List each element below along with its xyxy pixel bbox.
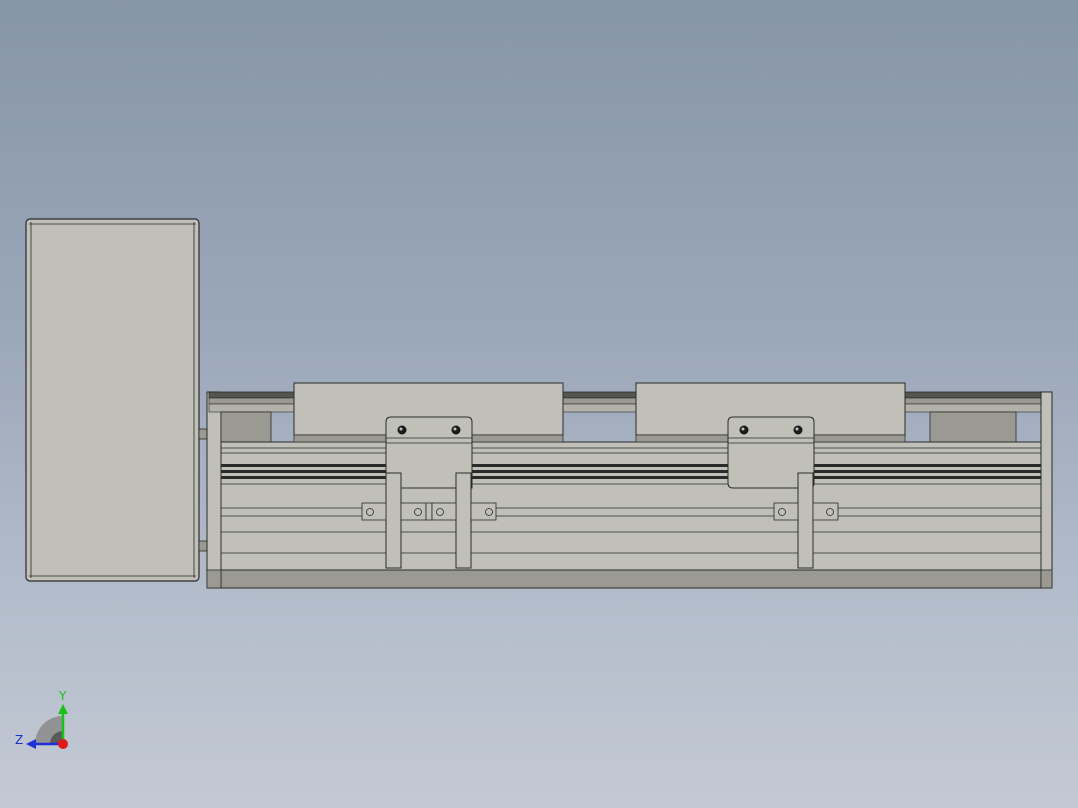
sensor-block-6 [773, 502, 799, 521]
sensor-block-4 [431, 502, 457, 521]
triad-z-label: Z [15, 733, 23, 747]
bracket-right-leg-1 [797, 472, 814, 569]
sensor-block-3 [425, 502, 433, 521]
bracket-left-leg-1 [385, 472, 402, 569]
profile-groove-1 [221, 464, 1041, 467]
end-cap-right-shade [1040, 569, 1053, 589]
profile-body [220, 441, 1042, 571]
end-block-right [929, 411, 1017, 443]
end-block-left [220, 411, 272, 443]
triad-x-axis-dot [58, 739, 68, 749]
motor-body [25, 218, 200, 582]
triad-z-arrow-icon [26, 739, 36, 749]
orientation-triad[interactable]: Y Z [15, 689, 68, 749]
triad-y-arrow-icon [58, 704, 68, 714]
triad-y-label: Y [58, 689, 67, 703]
sensor-block-2 [400, 502, 427, 521]
motor-coupling[interactable] [198, 391, 222, 589]
end-cap-right [1040, 391, 1053, 589]
base-plate [220, 569, 1042, 589]
bracket-left-leg-2 [455, 472, 472, 569]
sensor-block-7 [812, 502, 839, 521]
end-cap-left-shade [206, 569, 222, 589]
bracket-right-hole-1-hl [741, 427, 745, 431]
cad-viewport[interactable]: Y Z [0, 0, 1078, 808]
profile-groove-3 [221, 476, 1041, 479]
profile-groove-2 [221, 470, 1041, 473]
bracket-left-hole-1-hl [399, 427, 403, 431]
motor-housing[interactable] [25, 218, 200, 582]
bracket-left-hole-2-hl [453, 427, 457, 431]
bracket-right-hole-2-hl [795, 427, 799, 431]
sensor-block-1 [361, 502, 387, 521]
coupling-flange [206, 391, 222, 589]
